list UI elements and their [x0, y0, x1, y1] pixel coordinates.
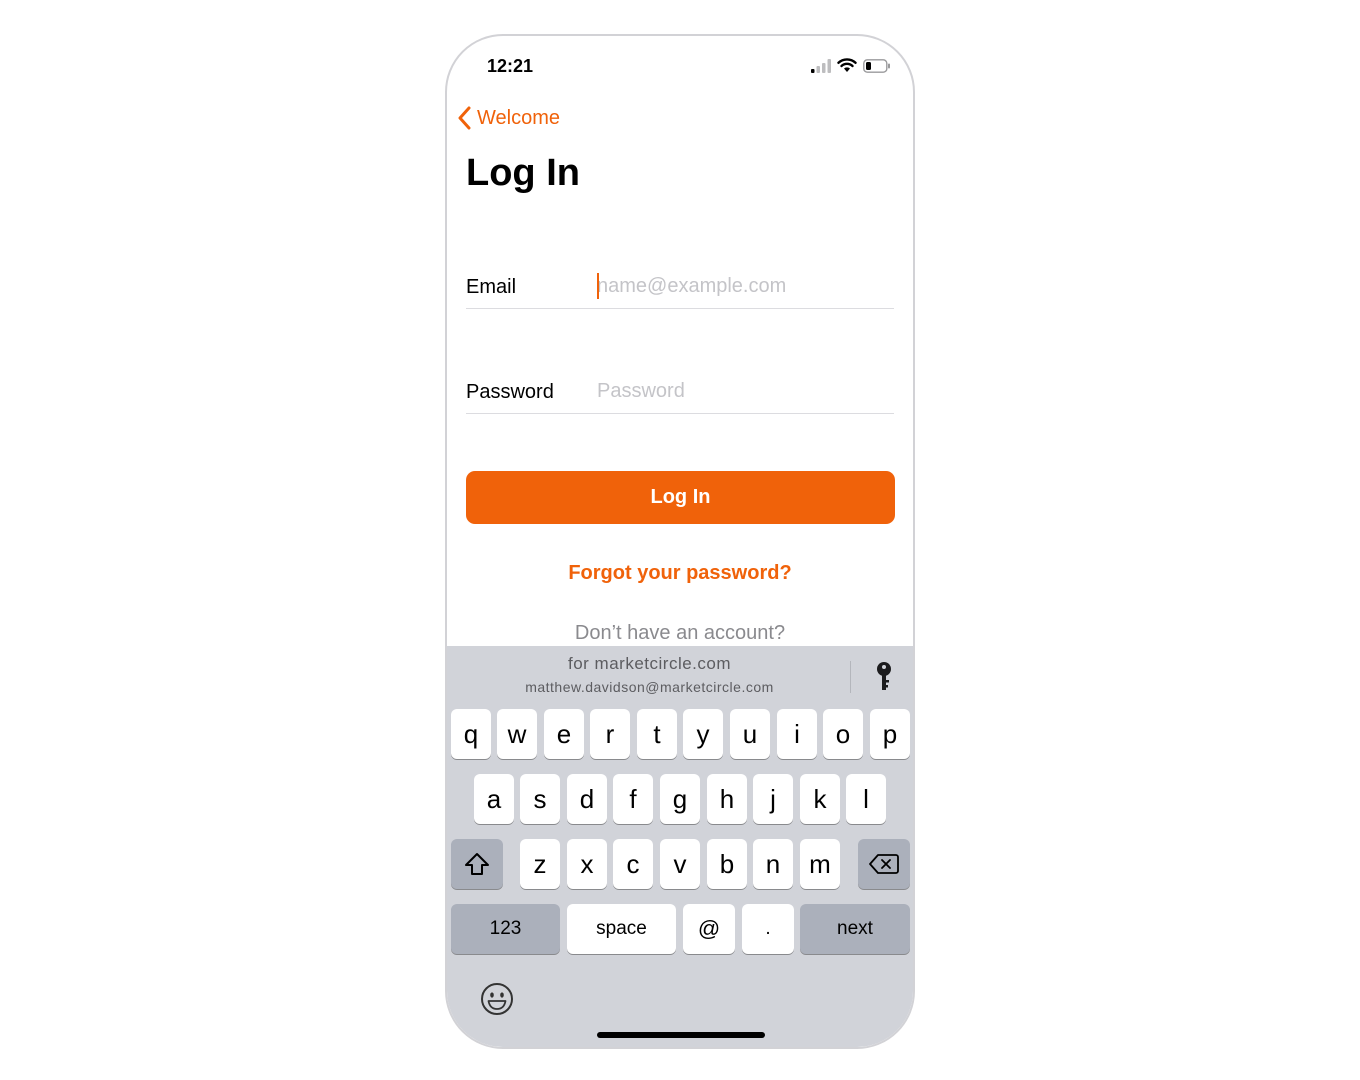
key-c[interactable]: c: [613, 839, 653, 889]
key-v[interactable]: v: [660, 839, 700, 889]
key-i[interactable]: i: [777, 709, 817, 759]
back-button-label: Welcome: [477, 106, 560, 129]
key-y[interactable]: y: [683, 709, 723, 759]
email-label: Email: [466, 276, 517, 298]
keyboard-row-1: q w e r t y u i o p: [447, 709, 913, 759]
password-suggestion[interactable]: for marketcircle.com matthew.davidson@ma…: [447, 654, 852, 695]
forgot-password-link[interactable]: Forgot your password?: [447, 562, 913, 585]
key-k[interactable]: k: [800, 774, 840, 824]
numbers-key[interactable]: 123: [451, 904, 560, 954]
key-b[interactable]: b: [707, 839, 747, 889]
backspace-icon: [869, 854, 899, 874]
back-button[interactable]: Welcome: [457, 106, 560, 130]
next-key[interactable]: next: [800, 904, 910, 954]
shift-icon: [465, 853, 489, 875]
email-row: Email: [466, 264, 894, 309]
login-button[interactable]: Log In: [466, 471, 895, 524]
phone-frame: 12:21 Welcome Log In Email Passwor: [445, 34, 915, 1049]
suggestion-divider: [850, 661, 851, 693]
key-e[interactable]: e: [544, 709, 584, 759]
email-field[interactable]: [597, 270, 887, 302]
signal-icon: [811, 58, 831, 73]
home-indicator[interactable]: [597, 1032, 765, 1038]
keyboard: for marketcircle.com matthew.davidson@ma…: [447, 646, 913, 1047]
chevron-left-icon: [458, 106, 471, 130]
key-h[interactable]: h: [707, 774, 747, 824]
shift-key[interactable]: [451, 839, 503, 889]
backspace-key[interactable]: [858, 839, 910, 889]
key-r[interactable]: r: [590, 709, 630, 759]
text-caret: [597, 273, 599, 299]
status-time: 12:21: [487, 56, 534, 76]
key-x[interactable]: x: [567, 839, 607, 889]
key-n[interactable]: n: [753, 839, 793, 889]
space-key[interactable]: space: [567, 904, 676, 954]
key-w[interactable]: w: [497, 709, 537, 759]
wifi-icon: [837, 58, 857, 72]
key-u[interactable]: u: [730, 709, 770, 759]
password-field[interactable]: [597, 375, 887, 407]
key-d[interactable]: d: [567, 774, 607, 824]
key-q[interactable]: q: [451, 709, 491, 759]
key-l[interactable]: l: [846, 774, 886, 824]
key-g[interactable]: g: [660, 774, 700, 824]
key-z[interactable]: z: [520, 839, 560, 889]
key-p[interactable]: p: [870, 709, 910, 759]
status-icons: [811, 58, 891, 73]
key-m[interactable]: m: [800, 839, 840, 889]
key-t[interactable]: t: [637, 709, 677, 759]
keyboard-row-4: 123 space @ . next: [447, 904, 913, 954]
no-account-text: Don’t have an account?: [574, 622, 786, 644]
key-icon[interactable]: [869, 660, 899, 694]
suggestion-title: for marketcircle.com: [567, 654, 732, 673]
key-j[interactable]: j: [753, 774, 793, 824]
key-f[interactable]: f: [613, 774, 653, 824]
keyboard-row-3: z x c v b n m: [447, 839, 913, 889]
battery-icon: [863, 58, 890, 73]
suggestion-email: matthew.davidson@marketcircle.com: [525, 679, 774, 695]
password-row: Password: [466, 369, 894, 414]
page-title: Log In: [466, 152, 580, 194]
key-s[interactable]: s: [520, 774, 560, 824]
key-a[interactable]: a: [474, 774, 514, 824]
password-label: Password: [466, 381, 554, 403]
emoji-icon[interactable]: [479, 981, 515, 1017]
key-o[interactable]: o: [823, 709, 863, 759]
dot-key[interactable]: .: [742, 904, 794, 954]
keyboard-row-2: a s d f g h j k l: [447, 774, 913, 824]
at-key[interactable]: @: [683, 904, 735, 954]
